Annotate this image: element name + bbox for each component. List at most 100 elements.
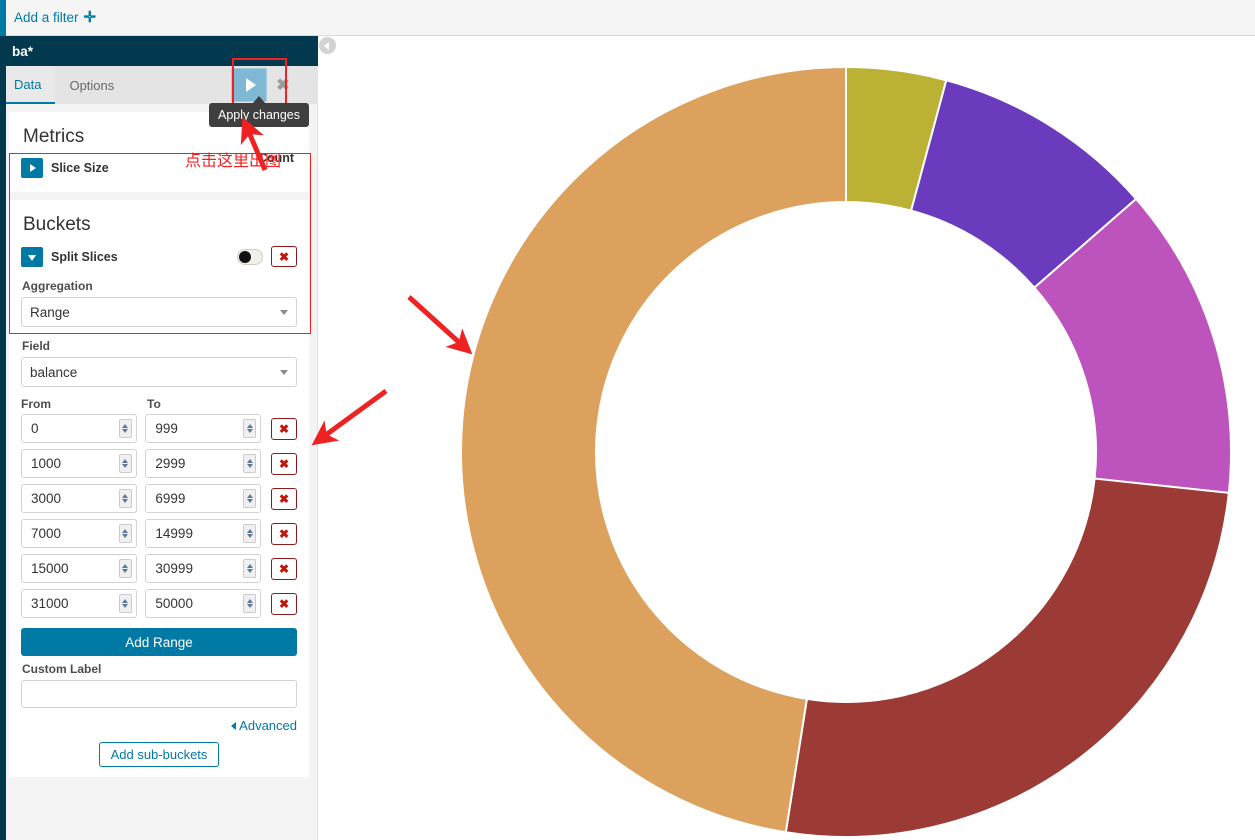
annotation-chinese-note: 点击这里出图: [185, 147, 281, 171]
add-filter-link[interactable]: Add a filter ✛: [14, 10, 96, 25]
custom-label-input[interactable]: [21, 680, 297, 708]
circle-toggle-icon[interactable]: [237, 249, 263, 265]
range-to-value: 14999: [155, 526, 243, 541]
stepper-icon[interactable]: [243, 594, 256, 613]
range-to-value: 6999: [155, 491, 243, 506]
caret-left-icon: [231, 722, 236, 730]
left-edge-accent-dark: [0, 36, 6, 840]
range-to-input[interactable]: 14999: [145, 519, 261, 548]
caret-down-icon[interactable]: [21, 247, 43, 267]
stepper-icon[interactable]: [119, 559, 132, 578]
stepper-icon[interactable]: [243, 419, 256, 438]
caret-right-icon[interactable]: [21, 158, 43, 178]
chevron-down-icon: [280, 370, 288, 375]
range-to-value: 2999: [155, 456, 243, 471]
remove-range-button[interactable]: ✖: [271, 488, 297, 510]
range-row: 15000 30999 ✖: [21, 554, 297, 583]
panel-collapse-gutter: [318, 36, 336, 840]
collapse-panel-button[interactable]: [319, 37, 336, 54]
custom-label-label: Custom Label: [22, 662, 297, 676]
add-sub-buckets-row: Add sub-buckets: [21, 742, 297, 767]
stepper-icon[interactable]: [243, 454, 256, 473]
stepper-icon[interactable]: [119, 489, 132, 508]
range-row: 7000 14999 ✖: [21, 519, 297, 548]
discard-changes-button[interactable]: ✖: [270, 68, 296, 102]
remove-range-button[interactable]: ✖: [271, 558, 297, 580]
to-column-header: To: [147, 397, 273, 411]
range-from-input[interactable]: 31000: [21, 589, 137, 618]
remove-range-button[interactable]: ✖: [271, 418, 297, 440]
range-from-value: 1000: [31, 456, 119, 471]
range-from-input[interactable]: 15000: [21, 554, 137, 583]
stepper-icon[interactable]: [243, 559, 256, 578]
stepper-icon[interactable]: [119, 454, 132, 473]
aggregation-value: Range: [30, 305, 280, 320]
remove-range-button[interactable]: ✖: [271, 523, 297, 545]
editor-scroll-content: Metrics Slice Size Buckets Split Slices: [0, 104, 318, 840]
add-sub-buckets-button[interactable]: Add sub-buckets: [99, 742, 220, 767]
aggregation-select[interactable]: Range: [21, 297, 297, 327]
range-to-input[interactable]: 999: [145, 414, 261, 443]
advanced-toggle-row[interactable]: Advanced: [21, 718, 297, 733]
field-value: balance: [30, 365, 280, 380]
stepper-icon[interactable]: [119, 419, 132, 438]
buckets-heading: Buckets: [23, 214, 297, 236]
tab-data[interactable]: Data: [0, 66, 55, 104]
buckets-card: Buckets Split Slices ✖ Aggregation Range…: [9, 200, 309, 777]
pie-slice-tan-slice[interactable]: [461, 67, 846, 832]
tab-options-label: Options: [69, 78, 114, 93]
range-to-value: 999: [155, 421, 243, 436]
pie-slice-darkred-slice[interactable]: [786, 479, 1229, 837]
field-select[interactable]: balance: [21, 357, 297, 387]
range-to-input[interactable]: 6999: [145, 484, 261, 513]
range-to-input[interactable]: 2999: [145, 449, 261, 478]
range-from-value: 0: [31, 421, 119, 436]
split-slices-row: Split Slices ✖: [21, 246, 297, 267]
plus-icon: ✛: [84, 10, 97, 25]
editor-tabs: Data Options ✖: [0, 66, 318, 104]
advanced-link[interactable]: Advanced: [239, 718, 297, 733]
panel-header: ba*: [0, 36, 318, 66]
remove-range-button[interactable]: ✖: [271, 593, 297, 615]
metrics-heading: Metrics: [23, 126, 297, 148]
field-label: Field: [22, 339, 297, 353]
pie-chart-container: [336, 36, 1255, 840]
range-to-value: 30999: [155, 561, 243, 576]
range-row: 0 999 ✖: [21, 414, 297, 443]
range-from-value: 3000: [31, 491, 119, 506]
range-to-input[interactable]: 50000: [145, 589, 261, 618]
range-from-value: 15000: [31, 561, 119, 576]
tab-options[interactable]: Options: [55, 66, 128, 104]
stepper-icon[interactable]: [243, 524, 256, 543]
delete-bucket-button[interactable]: ✖: [271, 246, 297, 267]
split-slices-label: Split Slices: [51, 250, 118, 264]
range-from-input[interactable]: 7000: [21, 519, 137, 548]
tab-data-label: Data: [14, 77, 41, 92]
range-to-input[interactable]: 30999: [145, 554, 261, 583]
filter-bar: Add a filter ✛: [0, 0, 1255, 36]
slice-size-label: Slice Size: [51, 161, 109, 175]
stepper-icon[interactable]: [243, 489, 256, 508]
play-icon: [246, 78, 256, 92]
range-row: 31000 50000 ✖: [21, 589, 297, 618]
index-pattern-title: ba*: [12, 44, 33, 59]
from-column-header: From: [21, 397, 147, 411]
add-filter-label: Add a filter: [14, 10, 79, 25]
stepper-icon[interactable]: [119, 594, 132, 613]
donut-chart[interactable]: [336, 36, 1255, 840]
aggregation-label: Aggregation: [22, 279, 297, 293]
range-row: 3000 6999 ✖: [21, 484, 297, 513]
ranges-header-row: From To: [21, 397, 297, 411]
chevron-down-icon: [280, 310, 288, 315]
range-from-value: 7000: [31, 526, 119, 541]
range-from-input[interactable]: 1000: [21, 449, 137, 478]
add-range-button[interactable]: Add Range: [21, 628, 297, 656]
stepper-icon[interactable]: [119, 524, 132, 543]
chevron-left-circle-icon: [324, 42, 329, 50]
range-row: 1000 2999 ✖: [21, 449, 297, 478]
range-from-input[interactable]: 3000: [21, 484, 137, 513]
remove-range-button[interactable]: ✖: [271, 453, 297, 475]
range-from-value: 31000: [31, 596, 119, 611]
apply-changes-tooltip: Apply changes: [209, 103, 309, 127]
range-from-input[interactable]: 0: [21, 414, 137, 443]
